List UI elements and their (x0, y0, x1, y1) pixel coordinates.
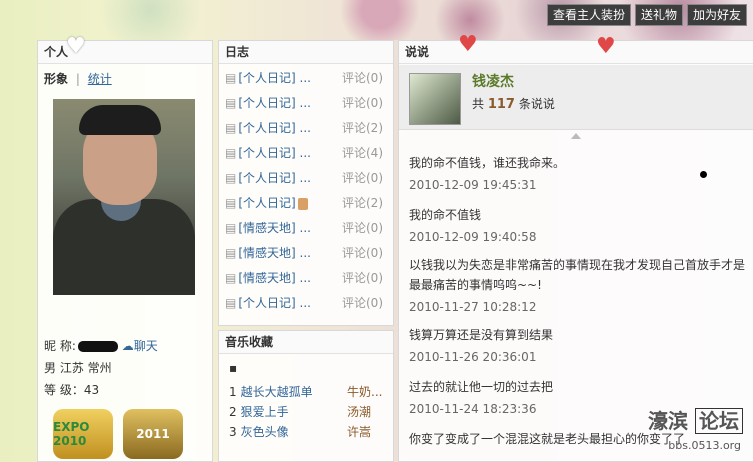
diary-row[interactable]: ▤ [个人日记] ... 评论(2) (219, 116, 393, 141)
music-player[interactable]: ▪ (219, 354, 393, 382)
doc-icon: ▤ (225, 271, 237, 285)
nickname-mask (77, 341, 118, 352)
doc-icon: ▤ (225, 121, 237, 135)
heart-icon: ♥ (596, 34, 616, 59)
level-text: 等 级：43 (44, 383, 100, 397)
heart-icon: ♥ (458, 32, 478, 57)
diary-row[interactable]: ▤ [情感天地] ... 评论(0) (219, 266, 393, 291)
profile-photo[interactable] (53, 99, 195, 295)
diary-row[interactable]: ▤ [情感天地] ... 评论(0) (219, 216, 393, 241)
cursor-dot (700, 171, 707, 178)
diary-row[interactable]: ▤ [个人日记] ... 评论(0) (219, 91, 393, 116)
profile-info: 昵 称: ☁聊天 男 江苏 常州 等 级：43 (44, 335, 158, 401)
music-header: 音乐收藏 (219, 331, 393, 354)
doc-icon: ▤ (225, 71, 237, 85)
doc-icon: ▤ (225, 196, 237, 210)
location-text: 男 江苏 常州 (44, 361, 112, 375)
song-row[interactable]: 1 越长大越孤单 牛奶... (219, 382, 393, 402)
chat-link[interactable]: ☁聊天 (122, 339, 158, 353)
doc-icon: ▤ (225, 296, 237, 310)
status-item: 钱算万算还是没有算到结果 2010-11-26 20:36:01 (409, 328, 554, 364)
user-summary: 钱凌杰 共 117 条说说 (399, 65, 753, 130)
diary-row[interactable]: ▤ [个人日记] ... 评论(0) (219, 291, 393, 316)
song-row[interactable]: 2 狠爱上手 汤潮 (219, 402, 393, 422)
send-gift-button[interactable]: 送礼物 (634, 4, 683, 26)
status-count: 共 117 条说说 (472, 97, 555, 112)
doc-icon: ▤ (225, 171, 237, 185)
collapse-arrow-icon[interactable] (571, 133, 581, 139)
status-item: 我的命不值钱 2010-12-09 19:40:58 (409, 208, 537, 244)
user-name[interactable]: 钱凌杰 (472, 71, 514, 91)
profile-header: 个人 (38, 41, 212, 64)
add-friend-button[interactable]: 加为好友 (686, 4, 747, 26)
chat-icon: ☁ (121, 339, 134, 353)
status-item: 以钱我以为失恋是非常痛苦的事情现在我才发现自己首放手才是最最痛苦的事情呜呜~~!… (409, 258, 746, 314)
reprint-icon (297, 197, 308, 210)
diary-row[interactable]: ▤ [个人日记] ... 评论(4) (219, 141, 393, 166)
heart-icon: ♥ (66, 34, 86, 59)
music-panel: 音乐收藏 ▪ 1 越长大越孤单 牛奶... 2 狠爱上手 汤潮 3 灰色头像 许嵩 (218, 330, 394, 462)
diary-row[interactable]: ▤ [情感天地] ... 评论(0) (219, 241, 393, 266)
doc-icon: ▤ (225, 221, 237, 235)
watermark-url: bbs.0513.org (668, 439, 741, 452)
diary-row[interactable]: ▤ [个人日记] 评论(2) (219, 191, 393, 216)
doc-icon: ▤ (225, 146, 237, 160)
tab-stats[interactable]: 统计 (88, 72, 112, 86)
doc-icon: ▤ (225, 96, 237, 110)
top-action-bar: 查看主人装扮 送礼物 加为好友 (546, 4, 747, 26)
profile-panel: 个人 形象 | 统计 昵 称: ☁聊天 男 江苏 常州 等 级：43 EXPO … (37, 40, 213, 462)
view-outfit-button[interactable]: 查看主人装扮 (546, 4, 631, 26)
nickname-label: 昵 称: (44, 339, 76, 353)
status-item: 我的命不值钱，谁还我命来。 2010-12-09 19:45:31 (409, 156, 566, 192)
song-row[interactable]: 3 灰色头像 许嵩 (219, 422, 393, 442)
profile-tabs: 形象 | 统计 (38, 64, 212, 91)
status-header: 说说 (399, 41, 753, 64)
doc-icon: ▤ (225, 246, 237, 260)
avatar[interactable] (409, 73, 461, 125)
watermark: 濠滨 论坛 (648, 405, 743, 434)
diary-row[interactable]: ▤ [个人日记] ... 评论(0) (219, 166, 393, 191)
tab-image[interactable]: 形象 (44, 72, 68, 86)
status-panel: 说说 钱凌杰 共 117 条说说 我的命不值钱，谁还我命来。 2010-12-0… (398, 40, 753, 462)
diary-panel: 日志 ▤ [个人日记] ... 评论(0) ▤ [个人日记] ... 评论(0) ▤ [个… (218, 40, 394, 326)
diary-row[interactable]: ▤ [个人日记] ... 评论(0) (219, 66, 393, 91)
diary-header: 日志 (219, 41, 393, 64)
tab-separator: | (75, 72, 80, 86)
